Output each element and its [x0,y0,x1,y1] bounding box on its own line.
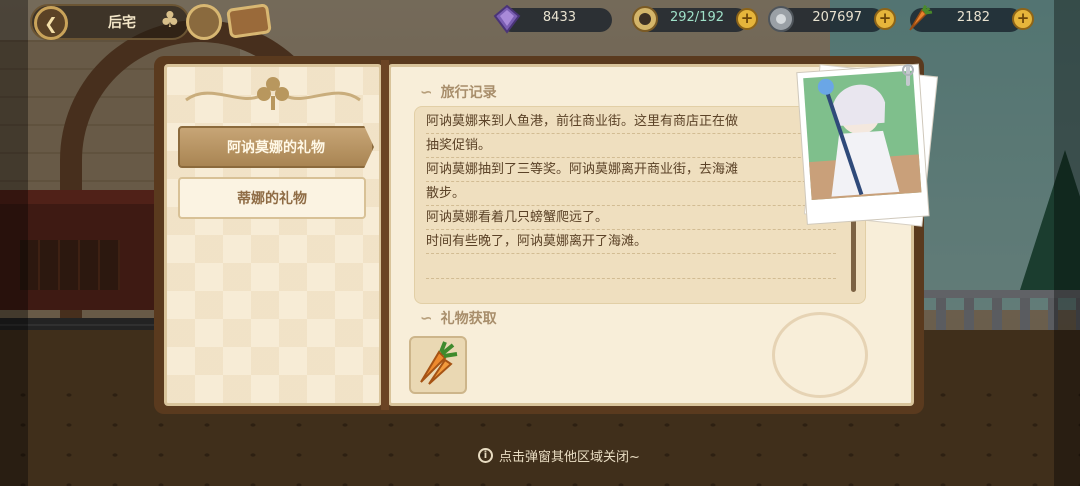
stamina-value: 292/192 [669,10,724,25]
tab-anemona-gift[interactable]: 阿讷莫娜的礼物 [178,126,374,168]
coin-icon [768,6,794,32]
clover-icon: ♣ [160,8,180,33]
add-coins-button[interactable]: + [874,8,896,30]
gift-heading: ∽ 礼物获取 [420,308,497,328]
back-arrow-icon[interactable]: ❮ [34,6,68,40]
stamina-icon [632,6,658,32]
book-icon[interactable] [226,3,272,39]
add-stamina-button[interactable]: + [736,8,758,30]
gem-icon [493,4,521,34]
close-hint: i 点击弹窗其他区域关闭~ [478,444,658,466]
gift-title: 礼物获取 [440,311,497,327]
carrot-icon [420,341,458,385]
bunny-stamp-watermark [772,312,868,398]
travel-log-heading: ∽ 旅行记录 [420,82,497,102]
log-line: 阿讷莫娜抽到了三等奖。阿讷莫娜离开商业街，去海滩 [426,158,836,182]
tab-tina-gift[interactable]: 蒂娜的礼物 [178,177,366,219]
log-line: 散步。 [426,182,836,206]
clover-ornament-icon [185,77,361,110]
tab-page [164,64,382,406]
info-icon: i [478,447,493,463]
location-title: 后宅 [108,15,136,31]
book-spine [381,60,389,410]
carrot-icon [909,4,933,31]
log-empty-rule [426,278,836,279]
add-carrots-button[interactable]: + [1012,8,1034,30]
swirl-icon: ∽ [420,309,433,327]
log-line: 抽奖促销。 [426,134,836,158]
swirl-icon: ∽ [420,83,433,101]
character-photo[interactable] [796,62,938,228]
coin-value: 207697 [812,10,862,25]
gift-item-slot[interactable] [409,336,467,394]
travel-log-title: 旅行记录 [440,85,497,101]
carrot-value: 2182 [956,10,990,25]
gem-value: 8433 [542,10,576,25]
close-hint-text: 点击弹窗其他区域关闭~ [499,449,640,465]
log-line: 阿讷莫娜来到人鱼港，前往商业街。这里有商店正在做 [426,110,836,134]
log-line: 阿讷莫娜看着几只螃蟹爬远了。 [426,206,836,230]
compass-icon[interactable] [186,4,222,40]
log-line: 时间有些晚了，阿讷莫娜离开了海滩。 [426,230,836,254]
